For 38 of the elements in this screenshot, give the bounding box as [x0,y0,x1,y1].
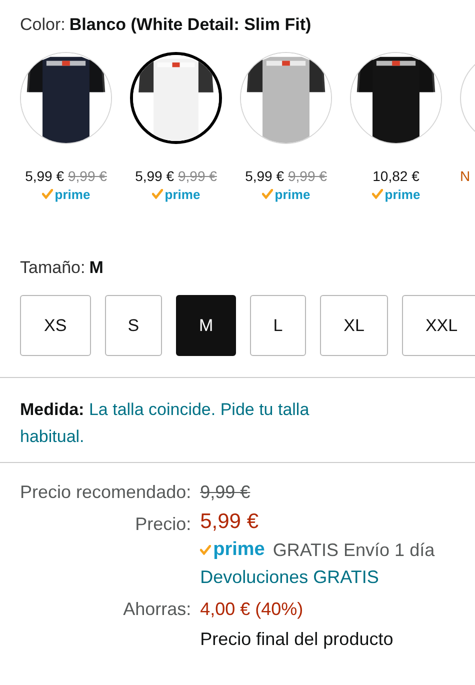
color-label: Color: [20,14,66,36]
size-option[interactable]: XL [320,295,388,356]
size-option[interactable]: XS [20,295,91,356]
price-note: Precio final del producto [200,628,394,651]
check-icon [262,189,273,199]
price-label: Precio: [134,513,192,536]
swatch-price: N [460,166,470,186]
selected-size: M [89,256,104,278]
prime-label: prime [54,188,90,200]
prime-label: prime [384,188,420,200]
swatch-list-price: 9,99 € [68,166,107,186]
size-option[interactable]: S [104,295,162,356]
prime-label: prime [213,538,265,562]
fit-note: Medida: La talla coincide. Pide tu talla habitual. [20,399,310,448]
check-icon [42,189,53,199]
price: 5,99 € [200,509,258,535]
size-option[interactable]: M [176,295,236,356]
selected-color: Blanco (White Detail: Slim Fit) [69,14,312,36]
check-icon [152,189,163,199]
list-price: 9,99 € [200,481,250,504]
swatch-price: 5,99 € [25,166,64,186]
size-label: Tamaño: [20,256,86,278]
prime-label: prime [164,188,200,200]
delivery-info: GRATIS Envío 1 día [272,539,435,562]
swatch-list-price: 9,99 € [288,166,327,186]
prime-label: prime [274,188,310,200]
savings: 4,00 € (40%) [200,598,304,621]
size-option[interactable]: L [250,295,306,356]
check-icon [372,189,383,199]
list-price-label: Precio recomendado: [20,481,192,504]
swatch-price: 5,99 € [245,166,284,186]
check-icon [200,545,212,555]
swatch-price: 5,99 € [135,166,174,186]
returns-link[interactable]: Devoluciones GRATIS [200,563,379,596]
size-option[interactable]: XXL [402,295,475,356]
savings-label: Ahorras: [122,598,192,621]
swatch-list-price: 9,99 € [178,166,217,186]
swatch-price: 10,82 € [372,166,420,186]
